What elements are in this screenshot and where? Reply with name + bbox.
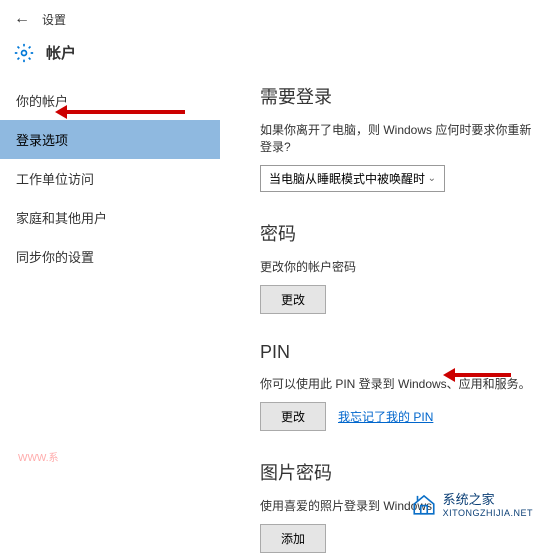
content-area: 需要登录 如果你离开了电脑，则 Windows 应何时要求你重新登录? 当电脑从… xyxy=(220,75,543,531)
annotation-arrow-pin xyxy=(453,373,511,377)
header-settings-label: 设置 xyxy=(42,11,66,28)
annotation-arrow-sidebar xyxy=(65,110,185,114)
sidebar-item-work-access[interactable]: 工作单位访问 xyxy=(0,159,220,198)
section-title-pin: PIN xyxy=(260,342,543,363)
watermark-sub: XITONGZHIJIA.NET xyxy=(443,508,533,518)
password-change-button[interactable]: 更改 xyxy=(260,285,326,314)
section-desc-password: 更改你的帐户密码 xyxy=(260,258,543,275)
sidebar-item-family-users[interactable]: 家庭和其他用户 xyxy=(0,198,220,237)
section-desc-require-signin: 如果你离开了电脑，则 Windows 应何时要求你重新登录? xyxy=(260,121,543,155)
watermark-left: WWW.系 xyxy=(18,449,59,464)
dropdown-value: 当电脑从睡眠模式中被唤醒时 xyxy=(269,170,425,187)
pin-change-button[interactable]: 更改 xyxy=(260,402,326,431)
require-signin-dropdown[interactable]: 当电脑从睡眠模式中被唤醒时 ⌄ xyxy=(260,165,445,192)
chevron-down-icon: ⌄ xyxy=(428,173,436,184)
section-title-require-signin: 需要登录 xyxy=(260,83,543,109)
page-title: 帐户 xyxy=(46,42,76,63)
sidebar-item-sync-settings[interactable]: 同步你的设置 xyxy=(0,237,220,276)
sidebar-item-your-account[interactable]: 你的帐户 xyxy=(0,81,220,120)
section-title-password: 密码 xyxy=(260,220,543,246)
back-icon[interactable]: ← xyxy=(14,10,30,28)
watermark-right: 系统之家 XITONGZHIJIA.NET xyxy=(411,489,533,518)
sidebar-item-signin-options[interactable]: 登录选项 xyxy=(0,120,220,159)
watermark-logo-icon xyxy=(411,491,437,517)
section-desc-pin: 你可以使用此 PIN 登录到 Windows、应用和服务。 xyxy=(260,375,543,392)
picture-password-add-button[interactable]: 添加 xyxy=(260,524,326,553)
section-title-picture-password: 图片密码 xyxy=(260,459,543,485)
watermark-text: 系统之家 xyxy=(443,489,533,508)
pin-forgot-link[interactable]: 我忘记了我的 PIN xyxy=(338,408,433,425)
gear-icon xyxy=(14,43,34,63)
